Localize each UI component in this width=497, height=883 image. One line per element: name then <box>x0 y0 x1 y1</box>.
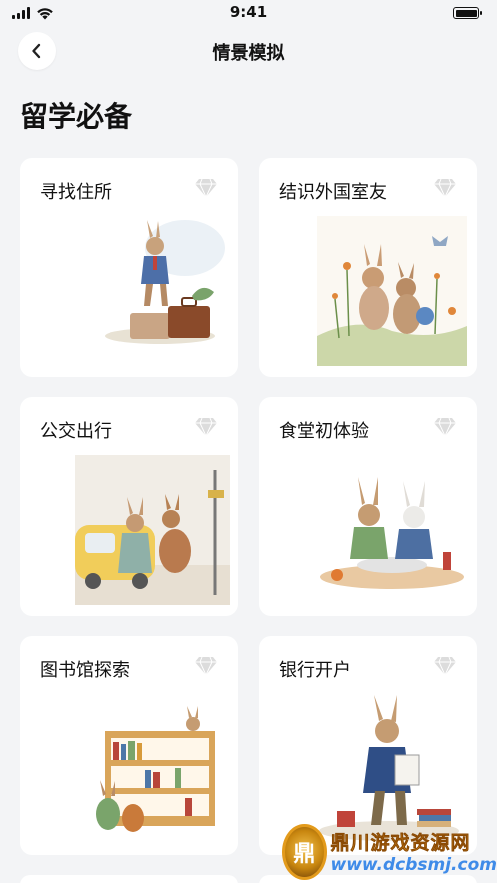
battery-icon <box>453 7 482 19</box>
watermark: 鼎 鼎川游戏资源网 www.dcbsmj.com <box>282 820 497 883</box>
nav-bar: 情景模拟 <box>0 30 497 74</box>
card-title: 结识外国室友 <box>279 182 387 203</box>
card-title: 银行开户 <box>279 660 351 681</box>
rabbits-at-dining-table-illustration <box>320 477 464 589</box>
page-title: 情景模拟 <box>212 43 285 64</box>
status-bar: 9:41 <box>0 0 497 26</box>
card-title: 图书馆探索 <box>40 660 130 681</box>
rabbits-by-yellow-bus-illustration <box>75 455 230 605</box>
wifi-icon <box>37 7 53 19</box>
diamond-icon <box>434 417 456 437</box>
scenario-card-next-left[interactable] <box>20 875 238 883</box>
diamond-icon <box>434 178 456 198</box>
signal-icon <box>12 7 30 19</box>
watermark-url: www.dcbsmj.com <box>330 855 497 875</box>
card-title: 食堂初体验 <box>279 421 369 442</box>
scenario-card-find-housing[interactable]: 寻找住所 <box>20 158 238 377</box>
watermark-text: 鼎川游戏资源网 www.dcbsmj.com <box>330 828 497 875</box>
diamond-icon <box>195 178 217 198</box>
diamond-icon <box>195 656 217 676</box>
diamond-icon <box>195 417 217 437</box>
two-rabbits-in-flowers-illustration <box>317 216 467 366</box>
watermark-name: 鼎川游戏资源网 <box>330 832 471 855</box>
watermark-logo: 鼎 <box>282 823 327 880</box>
status-left <box>12 7 54 20</box>
scenario-card-library[interactable]: 图书馆探索 <box>20 636 238 855</box>
rabbits-in-library-illustration <box>96 706 215 832</box>
card-title: 寻找住所 <box>40 182 112 203</box>
rabbit-with-suitcases-illustration <box>105 220 225 344</box>
scenario-card-public-transit[interactable]: 公交出行 <box>20 397 238 616</box>
section-title: 留学必备 <box>20 100 133 133</box>
status-time: 9:41 <box>229 3 268 21</box>
scenario-card-canteen[interactable]: 食堂初体验 <box>259 397 477 616</box>
diamond-icon <box>434 656 456 676</box>
scenario-card-meet-roommates[interactable]: 结识外国室友 <box>259 158 477 377</box>
card-title: 公交出行 <box>40 421 112 442</box>
